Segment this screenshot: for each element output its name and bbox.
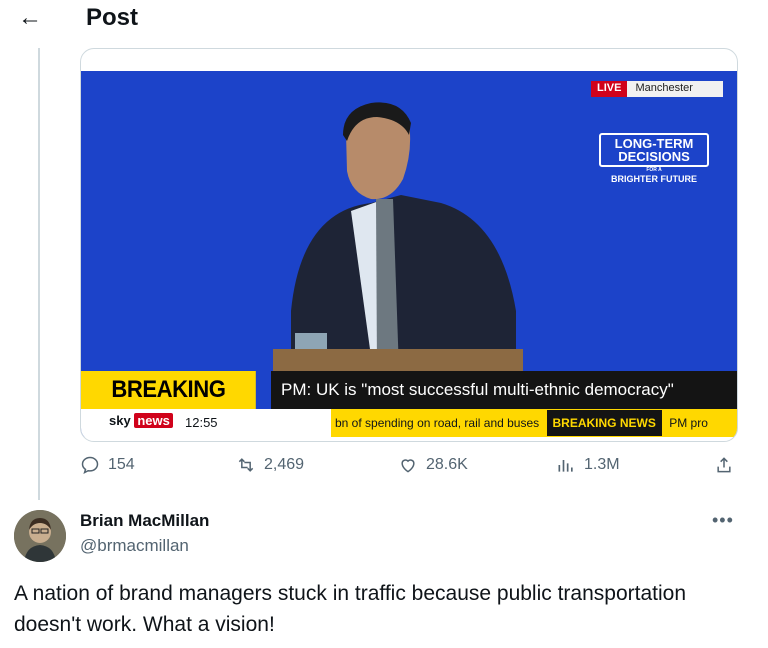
heart-icon [401,459,415,473]
slogan-line-2: DECISIONS [618,149,690,164]
clock: 12:55 [185,415,218,430]
engagement-bar: 154 2,469 28.6K 1.3M [80,455,740,479]
video-player[interactable]: LIVE Manchester LONG-TERM DECISIONS FOR … [80,48,738,442]
like-button[interactable]: 28.6K [398,455,468,475]
author-name[interactable]: Brian MacMillan [80,511,209,531]
slogan-line-3: FOR A [646,167,662,173]
share-button[interactable] [714,455,734,475]
more-options-icon[interactable]: ••• [712,510,734,531]
sky-news-logo: sky news [109,413,173,428]
repost-button[interactable]: 2,469 [236,455,304,475]
post-text: A nation of brand managers stuck in traf… [14,582,687,636]
ticker-text: bn of spending on road, rail and buses B… [331,409,737,437]
reply-button[interactable]: 154 [80,455,135,475]
repost-count: 2,469 [264,456,305,473]
avatar-image [14,510,66,562]
header: ← Post [0,0,768,40]
reply-icon [81,456,99,474]
live-indicator: LIVE Manchester [591,81,724,97]
reply-count: 154 [108,456,135,473]
video-frame[interactable]: LIVE Manchester LONG-TERM DECISIONS FOR … [81,71,737,437]
share-icon [717,457,731,473]
view-count: 1.3M [584,456,620,473]
repost-icon [238,458,254,472]
news-headline: PM: UK is "most successful multi-ethnic … [271,371,737,409]
location-label: Manchester [627,81,724,97]
live-badge: LIVE [591,81,628,97]
back-arrow-icon[interactable]: ← [14,2,46,34]
slogan-logo: LONG-TERM DECISIONS FOR A BRIGHTER FUTUR… [599,133,709,184]
news-ticker: sky news 12:55 bn of spending on road, r… [81,409,737,437]
thread-line [38,48,40,500]
slogan-line-4: BRIGHTER FUTURE [611,174,697,184]
author-handle[interactable]: @brmacmillan [80,536,189,556]
avatar[interactable] [14,510,66,562]
page-title: Post [86,4,139,31]
views-icon [558,460,573,472]
like-count: 28.6K [426,456,468,473]
breaking-news-label: BREAKING NEWS [81,371,256,437]
views-button[interactable]: 1.3M [556,455,620,475]
